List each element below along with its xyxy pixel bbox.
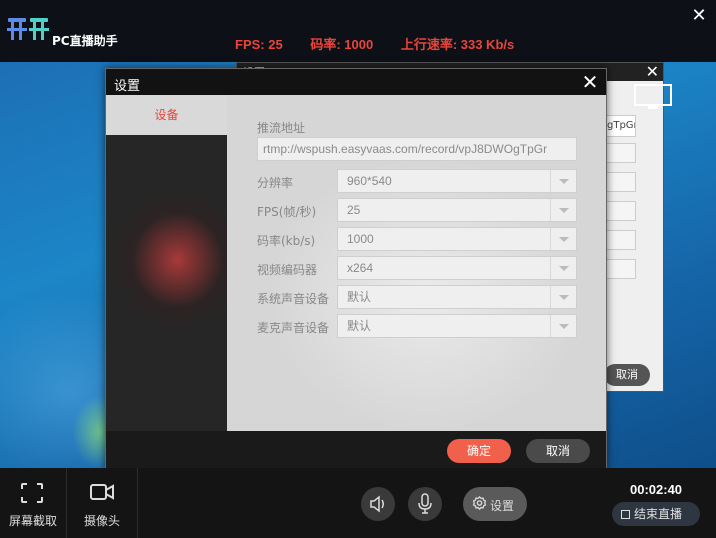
fps-value: 25 <box>347 203 361 217</box>
end-live-button[interactable]: 结束直播 <box>612 502 700 526</box>
cancel-button[interactable]: 取消 <box>526 439 590 463</box>
bitrate-value: 1000 <box>347 232 374 246</box>
chevron-down-icon <box>550 286 576 308</box>
resolution-label: 分辨率 <box>257 176 294 190</box>
url-label: 推流地址 <box>257 121 306 135</box>
screen-capture-label: 屏幕截取 <box>8 514 57 528</box>
end-live-label: 结束直播 <box>634 507 683 521</box>
microphone-button[interactable] <box>408 487 442 521</box>
system-audio-value: 默认 <box>347 290 372 304</box>
camera-button[interactable]: 摄像头 <box>67 468 137 538</box>
fps-select[interactable]: 25 <box>337 198 577 222</box>
confirm-button[interactable]: 确定 <box>447 439 511 463</box>
bitrate-stat: 码率: 1000 <box>310 37 374 52</box>
microphone-icon <box>418 493 432 514</box>
camera-label: 摄像头 <box>83 514 120 528</box>
background-dialog-close-icon[interactable]: ✕ <box>646 63 659 81</box>
top-bar: PC直播助手 FPS: 25 码率: 1000 上行速率: 333 Kb/s ✕ <box>0 0 716 62</box>
chevron-down-icon <box>550 315 576 337</box>
camera-icon <box>90 484 114 500</box>
window-close-icon[interactable]: ✕ <box>688 6 710 26</box>
system-audio-select[interactable]: 默认 <box>337 285 577 309</box>
fps-label: FPS(帧/秒) <box>257 205 317 219</box>
upload-speed-stat: 上行速率: 333 Kb/s <box>400 37 515 52</box>
encoder-value: x264 <box>347 261 374 275</box>
bitrate-select[interactable]: 1000 <box>337 227 577 251</box>
encoder-select[interactable]: x264 <box>337 256 577 280</box>
gear-icon <box>472 496 487 511</box>
screen-capture-icon <box>21 483 43 503</box>
chevron-down-icon <box>550 257 576 279</box>
dialog-title: 设置 <box>114 79 141 94</box>
settings-label: 设置 <box>490 499 515 513</box>
background-dropdown[interactable] <box>606 201 636 221</box>
toolbar-divider <box>137 468 138 538</box>
background-dropdown[interactable] <box>606 259 636 279</box>
background-dropdown[interactable] <box>606 230 636 250</box>
mic-audio-label: 麦克声音设备 <box>257 321 330 335</box>
dialog-close-icon[interactable]: ✕ <box>578 69 602 95</box>
dialog-sidebar: 设备 <box>106 95 227 431</box>
encoder-label: 视频编码器 <box>257 263 318 277</box>
settings-button[interactable]: 设置 <box>463 487 527 521</box>
resolution-value: 960*540 <box>347 174 392 188</box>
background-url-input[interactable]: gTpGr <box>606 115 636 137</box>
background-dropdown[interactable] <box>606 172 636 192</box>
dialog-footer: 确定 取消 <box>106 431 606 469</box>
system-audio-label: 系统声音设备 <box>257 292 330 306</box>
stop-icon <box>621 510 630 519</box>
live-timer: 00:02:40 <box>630 482 683 497</box>
screen-capture-button[interactable]: 屏幕截取 <box>0 468 66 538</box>
speaker-icon <box>370 495 384 513</box>
settings-dialog: 设置 ✕ 设备 推流地址 rtmp://wspush.easyvaas.com/… <box>105 68 607 470</box>
dialog-header: 设置 ✕ <box>106 69 606 95</box>
stream-url-input[interactable]: rtmp://wspush.easyvaas.com/record/vpJ8DW… <box>257 137 577 161</box>
dialog-content: 推流地址 rtmp://wspush.easyvaas.com/record/v… <box>227 95 606 431</box>
chevron-down-icon <box>550 170 576 192</box>
mic-audio-select[interactable]: 默认 <box>337 314 577 338</box>
chevron-down-icon <box>550 228 576 250</box>
speaker-button[interactable] <box>361 487 395 521</box>
monitor-icon <box>634 84 672 109</box>
resolution-select[interactable]: 960*540 <box>337 169 577 193</box>
fps-stat: FPS: 25 <box>235 37 283 52</box>
stream-stats: FPS: 25 码率: 1000 上行速率: 333 Kb/s <box>235 34 538 53</box>
mic-audio-value: 默认 <box>347 319 372 333</box>
app-title: PC直播助手 <box>52 34 118 48</box>
tab-device[interactable]: 设备 <box>106 95 227 135</box>
sidebar-backdrop <box>106 185 227 335</box>
app-logo-icon <box>7 18 49 40</box>
chevron-down-icon <box>550 199 576 221</box>
background-dropdown[interactable] <box>606 143 636 163</box>
background-cancel-button[interactable]: 取消 <box>604 364 650 386</box>
bottom-toolbar: 屏幕截取 摄像头 设置 00:02:40 结束直播 <box>0 468 716 538</box>
bitrate-label: 码率(kb/s) <box>257 234 316 248</box>
